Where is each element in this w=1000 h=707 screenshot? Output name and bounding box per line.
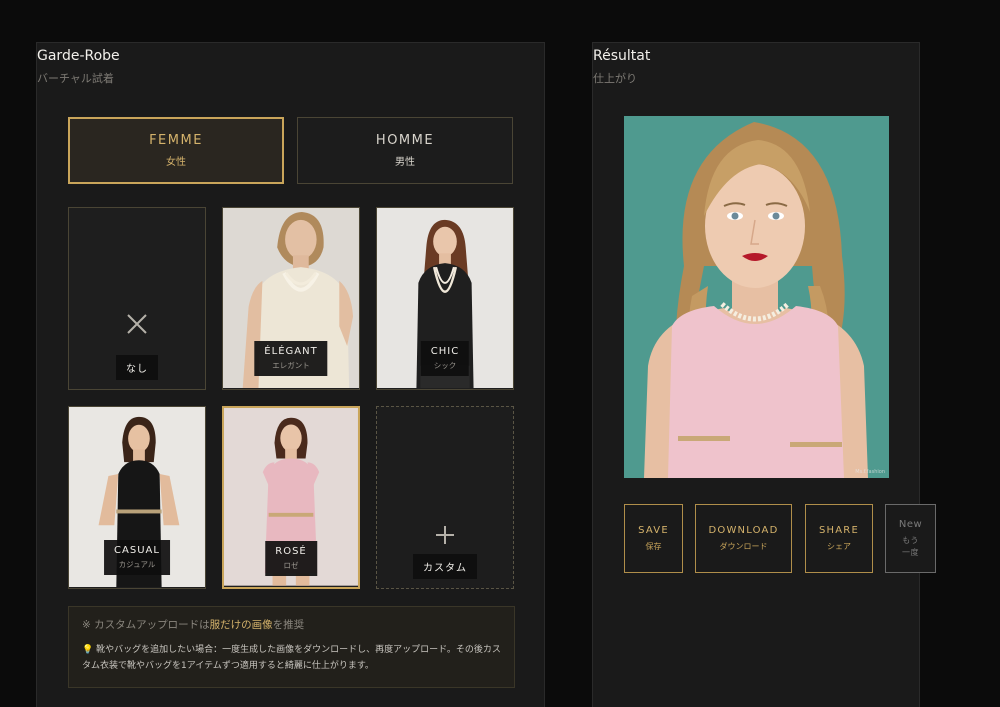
new-sublabel: もう一度 [902,535,919,557]
outfit-tile-chic[interactable]: CHIC シック [376,207,514,390]
save-sublabel: 保存 [645,542,662,551]
upload-tip: 💡 靴やバッグを追加したい場合：一度生成した画像をダウンロードし、再度アップロー… [82,642,501,674]
wardrobe-subtitle: バーチャル試着 [37,72,114,85]
outfit-label-custom: カスタム [413,554,477,579]
tip-text: 靴やバッグを追加したい場合：一度生成した画像をダウンロードし、再度アップロード。… [82,645,501,671]
gender-femme-button[interactable]: FEMME 女性 [68,117,284,184]
plus-icon [434,523,456,551]
gender-homme-button[interactable]: HOMME 男性 [297,117,513,184]
outfit-label-casual: CASUAL カジュアル [104,540,170,575]
upload-tip-box: ※ カスタムアップロードは服だけの画像を推奨 💡 靴やバッグを追加したい場合：一… [68,606,515,688]
outfit-tile-none[interactable]: なし [68,207,206,390]
note-prefix: ※ カスタムアップロードは [82,619,210,631]
outfit-name: なし [126,364,148,375]
wardrobe-panel: Garde-Robe バーチャル試着 FEMME 女性 HOMME 男性 なし [36,42,545,707]
result-subtitle: 仕上がり [593,72,637,85]
lightbulb-icon: 💡 [82,645,94,655]
download-label: DOWNLOAD [708,525,779,536]
outfit-name-ja: ロゼ [283,561,299,570]
result-panel: Résultat 仕上がり Ms.f.fashion SAVE 保存 DOWNL… [592,42,936,707]
save-label: SAVE [638,525,669,536]
result-title: Résultat [593,48,651,64]
outfit-name: CHIC [430,346,460,357]
close-x-icon [125,312,149,341]
new-label: New [898,518,923,530]
save-button[interactable]: SAVE 保存 [624,504,683,573]
download-button[interactable]: DOWNLOAD ダウンロード [695,504,792,573]
note-highlight: 服だけの画像 [209,619,273,631]
outfit-tile-custom[interactable]: カスタム [376,406,514,589]
result-image: Ms.f.fashion [624,116,889,478]
outfit-label-none: なし [116,355,158,380]
outfit-tile-elegant[interactable]: ÉLÉGANT エレガント [222,207,360,390]
outfit-name: カスタム [423,563,467,574]
new-tryon-button[interactable]: New もう一度 [885,504,936,573]
share-sublabel: シェア [827,542,851,551]
gender-femme-sublabel: 女性 [166,157,186,168]
outfit-name: ROSÉ [275,546,307,557]
gender-homme-sublabel: 男性 [395,157,415,168]
outfit-label-chic: CHIC シック [420,341,470,376]
upload-recommendation: ※ カスタムアップロードは服だけの画像を推奨 [82,617,501,632]
share-label: SHARE [819,525,859,536]
result-watermark: Ms.f.fashion [855,469,885,475]
wardrobe-title: Garde-Robe [37,48,120,64]
outfit-tile-casual[interactable]: CASUAL カジュアル [68,406,206,589]
result-portrait [624,116,889,478]
outfit-name: CASUAL [114,545,160,556]
outfit-label-elegant: ÉLÉGANT エレガント [254,341,328,376]
outfit-name-ja: カジュアル [118,560,156,569]
gender-femme-label: FEMME [149,133,203,148]
outfit-tile-rose[interactable]: ROSÉ ロゼ [222,406,360,589]
outfit-label-rose: ROSÉ ロゼ [265,541,317,576]
share-button[interactable]: SHARE シェア [805,504,873,573]
gender-homme-label: HOMME [375,133,435,148]
outfit-name-ja: エレガント [272,361,310,370]
outfit-name-ja: シック [433,361,457,370]
note-suffix: を推奨 [272,619,305,631]
outfit-name: ÉLÉGANT [264,346,318,357]
download-sublabel: ダウンロード [719,542,768,551]
